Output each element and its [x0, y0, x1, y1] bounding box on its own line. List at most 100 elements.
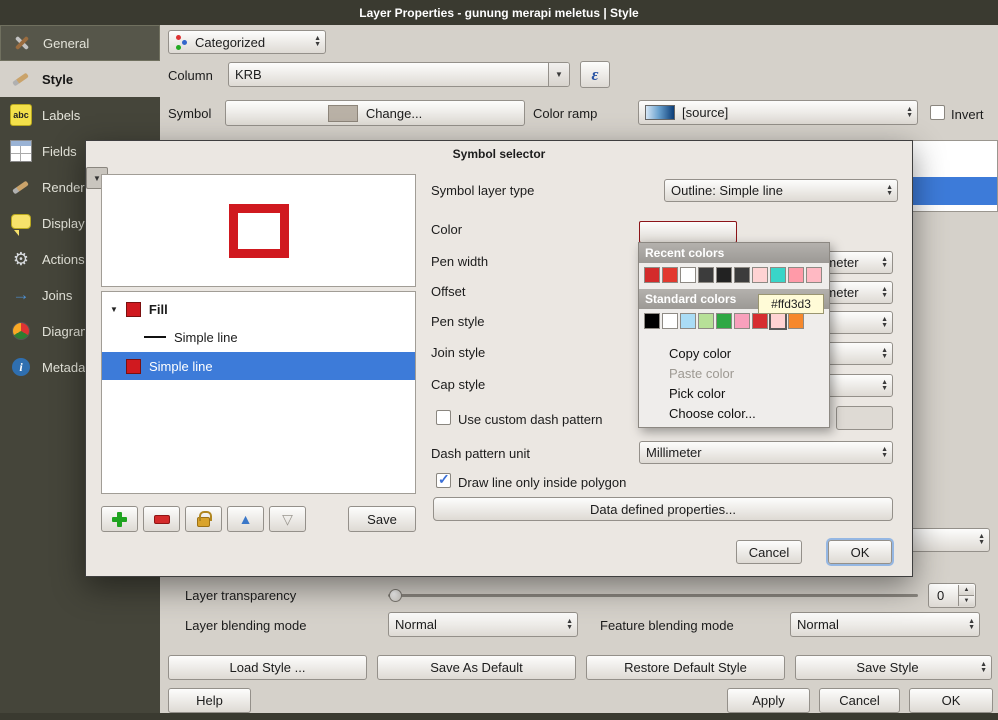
combo-arrows-icon: ▲▼: [566, 619, 573, 631]
menu-item-choose-color[interactable]: Choose color...: [639, 403, 829, 423]
tree-row-simple-line[interactable]: Simple line: [102, 324, 415, 350]
layer-transparency-label: Layer transparency: [185, 588, 296, 603]
color-swatch[interactable]: [806, 267, 822, 283]
sidebar-item-labels[interactable]: abc Labels: [0, 97, 160, 133]
menu-item-paste-color: Paste color: [639, 363, 829, 383]
expression-builder-button[interactable]: ε: [580, 61, 610, 88]
color-swatch[interactable]: [644, 313, 660, 329]
symbol-layer-type-label: Symbol layer type: [431, 183, 534, 198]
expander-icon[interactable]: ▼: [110, 305, 118, 314]
color-swatch[interactable]: [734, 267, 750, 283]
paintbrush-icon: [10, 68, 32, 90]
load-style-button[interactable]: Load Style ...: [168, 655, 367, 680]
column-combo[interactable]: KRB ▼: [228, 62, 570, 87]
symbol-preview-square: [229, 204, 289, 258]
combo-arrows-icon: ▲▼: [968, 619, 975, 631]
save-style-label: Save Style: [856, 660, 918, 675]
combo-arrows-icon: ▲▼: [978, 534, 985, 546]
layer-blending-combo[interactable]: Normal ▲▼: [388, 612, 578, 637]
color-ramp-combo[interactable]: [source] ▲▼: [638, 100, 918, 125]
move-down-button[interactable]: ▽: [269, 506, 306, 532]
color-swatch[interactable]: [680, 313, 696, 329]
sidebar-item-label: Fields: [42, 144, 77, 159]
data-defined-label: Data defined properties...: [590, 502, 736, 517]
tree-row-label: Fill: [149, 302, 168, 317]
combo-arrows-icon: ▲▼: [881, 447, 888, 459]
color-swatch[interactable]: [662, 313, 678, 329]
color-swatch[interactable]: [752, 313, 768, 329]
dialog-ok-button[interactable]: OK: [828, 540, 892, 564]
sidebar-item-style[interactable]: Style: [0, 61, 160, 97]
color-swatch[interactable]: [716, 313, 732, 329]
color-swatch[interactable]: [662, 267, 678, 283]
ok-label: OK: [942, 693, 961, 708]
symbol-change-button[interactable]: Change...: [225, 100, 525, 126]
color-swatch[interactable]: [680, 267, 696, 283]
renderer-type-combo[interactable]: Categorized ▲▼: [168, 30, 326, 54]
data-defined-properties-button[interactable]: Data defined properties...: [433, 497, 893, 521]
color-swatch[interactable]: [788, 313, 804, 329]
sidebar-item-label: Joins: [42, 288, 72, 303]
add-symbol-layer-button[interactable]: [101, 506, 138, 532]
join-style-label: Join style: [431, 345, 485, 360]
color-swatch[interactable]: [770, 267, 786, 283]
transparency-spinbox[interactable]: 0 ▲▼: [928, 583, 976, 608]
move-up-button[interactable]: ▲: [227, 506, 264, 532]
window-titlebar[interactable]: Layer Properties - gunung merapi meletus…: [0, 0, 998, 25]
chevron-down-icon: ▼: [93, 174, 101, 183]
line-icon: [144, 336, 166, 338]
lock-color-button[interactable]: [185, 506, 222, 532]
pie-chart-icon: [10, 320, 32, 342]
table-icon: [10, 140, 32, 162]
save-style-button[interactable]: Save Style ▲▼: [795, 655, 992, 680]
menu-item-copy-color[interactable]: Copy color: [639, 343, 829, 363]
transparency-slider[interactable]: [388, 594, 918, 597]
restore-default-style-button[interactable]: Restore Default Style: [586, 655, 785, 680]
column-value: KRB: [235, 67, 262, 82]
color-swatch[interactable]: [698, 267, 714, 283]
save-as-default-label: Save As Default: [430, 660, 523, 675]
dash-pattern-unit-combo[interactable]: Millimeter ▲▼: [639, 441, 893, 464]
cancel-button[interactable]: Cancel: [819, 688, 900, 713]
layer-properties-window: Layer Properties - gunung merapi meletus…: [0, 0, 998, 720]
invert-checkbox[interactable]: [930, 105, 945, 120]
combo-arrows-icon: ▲▼: [881, 257, 888, 269]
feature-blending-combo[interactable]: Normal ▲▼: [790, 612, 980, 637]
plus-icon: [112, 512, 127, 527]
color-swatch[interactable]: [644, 267, 660, 283]
ok-button[interactable]: OK: [909, 688, 993, 713]
gear-icon: ⚙: [10, 248, 32, 270]
menu-item-pick-color[interactable]: Pick color: [639, 383, 829, 403]
dialog-cancel-button[interactable]: Cancel: [736, 540, 802, 564]
spinner-arrows-icon[interactable]: ▲▼: [958, 585, 974, 606]
color-swatch[interactable]: [716, 267, 732, 283]
sidebar-item-label: Actions: [42, 252, 85, 267]
transparency-slider-handle[interactable]: [389, 589, 402, 602]
help-button[interactable]: Help: [168, 688, 251, 713]
remove-symbol-layer-button[interactable]: [143, 506, 180, 532]
color-swatch[interactable]: [752, 267, 768, 283]
apply-button[interactable]: Apply: [727, 688, 810, 713]
symbol-layer-type-combo[interactable]: Outline: Simple line ▲▼: [664, 179, 898, 202]
sidebar-item-general[interactable]: General: [0, 25, 160, 61]
tree-row-fill[interactable]: ▼ Fill: [102, 296, 415, 322]
tree-row-label: Simple line: [149, 359, 213, 374]
symbol-layer-type-value: Outline: Simple line: [671, 183, 783, 198]
save-symbol-button[interactable]: Save: [348, 506, 416, 532]
color-ramp-swatch: [645, 105, 675, 120]
color-swatch[interactable]: [770, 313, 786, 329]
color-swatch[interactable]: [734, 313, 750, 329]
color-button[interactable]: [639, 221, 737, 243]
feature-blending-value: Normal: [797, 617, 839, 632]
draw-inside-polygon-checkbox[interactable]: [436, 473, 451, 488]
down-arrow-icon: ▽: [282, 512, 293, 526]
tree-row-simple-line-selected[interactable]: Simple line: [102, 352, 415, 380]
save-as-default-button[interactable]: Save As Default: [377, 655, 576, 680]
color-swatch[interactable]: [788, 267, 804, 283]
color-swatch[interactable]: [698, 313, 714, 329]
cancel-label: Cancel: [839, 693, 879, 708]
combo-arrows-icon: ▲▼: [881, 317, 888, 329]
use-custom-dash-checkbox[interactable]: [436, 410, 451, 425]
combo-arrows-icon: ▲▼: [881, 287, 888, 299]
chevron-down-icon[interactable]: ▼: [548, 63, 569, 86]
